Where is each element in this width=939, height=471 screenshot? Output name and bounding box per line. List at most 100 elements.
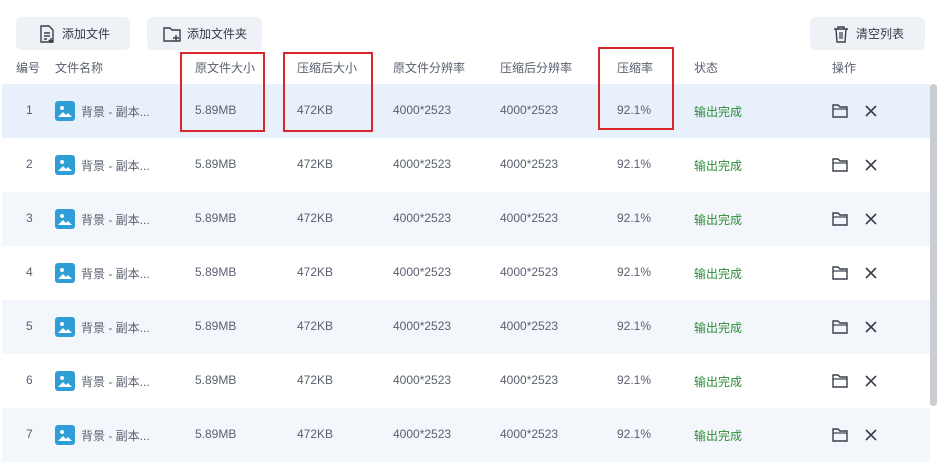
row-orig-size: 5.89MB bbox=[195, 427, 237, 441]
row-index: 6 bbox=[26, 373, 33, 387]
add-folder-label: 添加文件夹 bbox=[187, 27, 248, 41]
row-ratio: 92.1% bbox=[617, 265, 652, 279]
image-icon bbox=[55, 263, 75, 283]
row-ratio: 92.1% bbox=[617, 157, 652, 171]
row-comp-size: 472KB bbox=[297, 373, 334, 387]
row-orig-size: 5.89MB bbox=[195, 265, 237, 279]
row-ratio: 92.1% bbox=[617, 319, 652, 333]
row-filename: 背景 - 副本... bbox=[81, 267, 150, 281]
row-orig-res: 4000*2523 bbox=[393, 157, 452, 171]
row-comp-size: 472KB bbox=[297, 265, 334, 279]
folder-add-icon bbox=[161, 23, 183, 45]
row-index: 4 bbox=[26, 265, 33, 279]
row-ratio: 92.1% bbox=[617, 373, 652, 387]
file-add-icon bbox=[36, 23, 58, 45]
row-filename: 背景 - 副本... bbox=[81, 321, 150, 335]
row-comp-res: 4000*2523 bbox=[500, 103, 559, 117]
row-comp-size: 472KB bbox=[297, 103, 334, 117]
col-index: 编号 bbox=[16, 61, 41, 75]
row-status: 输出完成 bbox=[694, 375, 743, 389]
row-index: 5 bbox=[26, 319, 33, 333]
row-index: 1 bbox=[26, 103, 33, 117]
table-header: 编号 文件名称 原文件大小 压缩后大小 原文件分辨率 压缩后分辨率 压缩率 状态… bbox=[0, 52, 939, 82]
row-status: 输出完成 bbox=[694, 321, 743, 335]
image-icon bbox=[55, 101, 75, 121]
image-icon bbox=[55, 425, 75, 445]
row-ratio: 92.1% bbox=[617, 103, 652, 117]
row-orig-size: 5.89MB bbox=[195, 211, 237, 225]
close-icon[interactable] bbox=[862, 318, 880, 336]
col-orig-size: 原文件大小 bbox=[195, 61, 256, 75]
file-compressor-window: 添加文件 添加文件夹 清空列表 编号 文件名称 原文件大小 压缩后大小 原文件分… bbox=[0, 0, 939, 471]
row-ratio: 92.1% bbox=[617, 427, 652, 441]
row-orig-res: 4000*2523 bbox=[393, 103, 452, 117]
folder-icon[interactable] bbox=[831, 372, 849, 390]
row-comp-res: 4000*2523 bbox=[500, 157, 559, 171]
col-actions: 操作 bbox=[832, 61, 857, 75]
row-status: 输出完成 bbox=[694, 105, 743, 119]
close-icon[interactable] bbox=[862, 210, 880, 228]
row-comp-size: 472KB bbox=[297, 211, 334, 225]
row-filename: 背景 - 副本... bbox=[81, 213, 150, 227]
table-row[interactable]: 2 背景 - 副本... 5.89MB 472KB 4000*2523 4000… bbox=[2, 138, 930, 192]
row-comp-size: 472KB bbox=[297, 319, 334, 333]
add-file-button[interactable]: 添加文件 bbox=[16, 17, 130, 50]
table-row[interactable]: 7 背景 - 副本... 5.89MB 472KB 4000*2523 4000… bbox=[2, 408, 930, 462]
row-ratio: 92.1% bbox=[617, 211, 652, 225]
toolbar: 添加文件 添加文件夹 清空列表 bbox=[0, 0, 939, 52]
folder-icon[interactable] bbox=[831, 102, 849, 120]
image-icon bbox=[55, 317, 75, 337]
image-icon bbox=[55, 209, 75, 229]
row-orig-size: 5.89MB bbox=[195, 157, 237, 171]
close-icon[interactable] bbox=[862, 426, 880, 444]
folder-icon[interactable] bbox=[831, 426, 849, 444]
col-orig-res: 原文件分辨率 bbox=[393, 61, 466, 75]
col-comp-size: 压缩后大小 bbox=[297, 61, 358, 75]
clear-list-label: 清空列表 bbox=[856, 27, 905, 41]
close-icon[interactable] bbox=[862, 372, 880, 390]
folder-icon[interactable] bbox=[831, 156, 849, 174]
row-comp-res: 4000*2523 bbox=[500, 373, 559, 387]
image-icon bbox=[55, 371, 75, 391]
row-comp-size: 472KB bbox=[297, 427, 334, 441]
row-orig-res: 4000*2523 bbox=[393, 211, 452, 225]
col-ratio: 压缩率 bbox=[617, 61, 654, 75]
close-icon[interactable] bbox=[862, 156, 880, 174]
row-filename: 背景 - 副本... bbox=[81, 429, 150, 443]
table-row[interactable]: 4 背景 - 副本... 5.89MB 472KB 4000*2523 4000… bbox=[2, 246, 930, 300]
table-row[interactable]: 3 背景 - 副本... 5.89MB 472KB 4000*2523 4000… bbox=[2, 192, 930, 246]
row-filename: 背景 - 副本... bbox=[81, 159, 150, 173]
row-orig-res: 4000*2523 bbox=[393, 427, 452, 441]
close-icon[interactable] bbox=[862, 264, 880, 282]
row-orig-res: 4000*2523 bbox=[393, 373, 452, 387]
row-orig-res: 4000*2523 bbox=[393, 319, 452, 333]
row-orig-size: 5.89MB bbox=[195, 103, 237, 117]
folder-icon[interactable] bbox=[831, 318, 849, 336]
add-folder-button[interactable]: 添加文件夹 bbox=[147, 17, 262, 50]
col-name: 文件名称 bbox=[55, 61, 104, 75]
row-orig-size: 5.89MB bbox=[195, 319, 237, 333]
row-filename: 背景 - 副本... bbox=[81, 105, 150, 119]
trash-icon bbox=[830, 23, 852, 45]
row-status: 输出完成 bbox=[694, 267, 743, 281]
row-filename: 背景 - 副本... bbox=[81, 375, 150, 389]
row-status: 输出完成 bbox=[694, 213, 743, 227]
close-icon[interactable] bbox=[862, 102, 880, 120]
table-row[interactable]: 6 背景 - 副本... 5.89MB 472KB 4000*2523 4000… bbox=[2, 354, 930, 408]
folder-icon[interactable] bbox=[831, 264, 849, 282]
image-icon bbox=[55, 155, 75, 175]
add-file-label: 添加文件 bbox=[62, 27, 111, 41]
table-row[interactable]: 1 背景 - 副本... 5.89MB 472KB 4000*2523 4000… bbox=[2, 84, 930, 138]
folder-icon[interactable] bbox=[831, 210, 849, 228]
col-comp-res: 压缩后分辨率 bbox=[500, 61, 573, 75]
table-row[interactable]: 5 背景 - 副本... 5.89MB 472KB 4000*2523 4000… bbox=[2, 300, 930, 354]
row-comp-res: 4000*2523 bbox=[500, 427, 559, 441]
row-status: 输出完成 bbox=[694, 429, 743, 443]
clear-list-button[interactable]: 清空列表 bbox=[810, 17, 925, 50]
row-index: 2 bbox=[26, 157, 33, 171]
row-status: 输出完成 bbox=[694, 159, 743, 173]
row-orig-res: 4000*2523 bbox=[393, 265, 452, 279]
vertical-scrollbar[interactable] bbox=[930, 84, 937, 406]
row-index: 3 bbox=[26, 211, 33, 225]
row-comp-res: 4000*2523 bbox=[500, 319, 559, 333]
